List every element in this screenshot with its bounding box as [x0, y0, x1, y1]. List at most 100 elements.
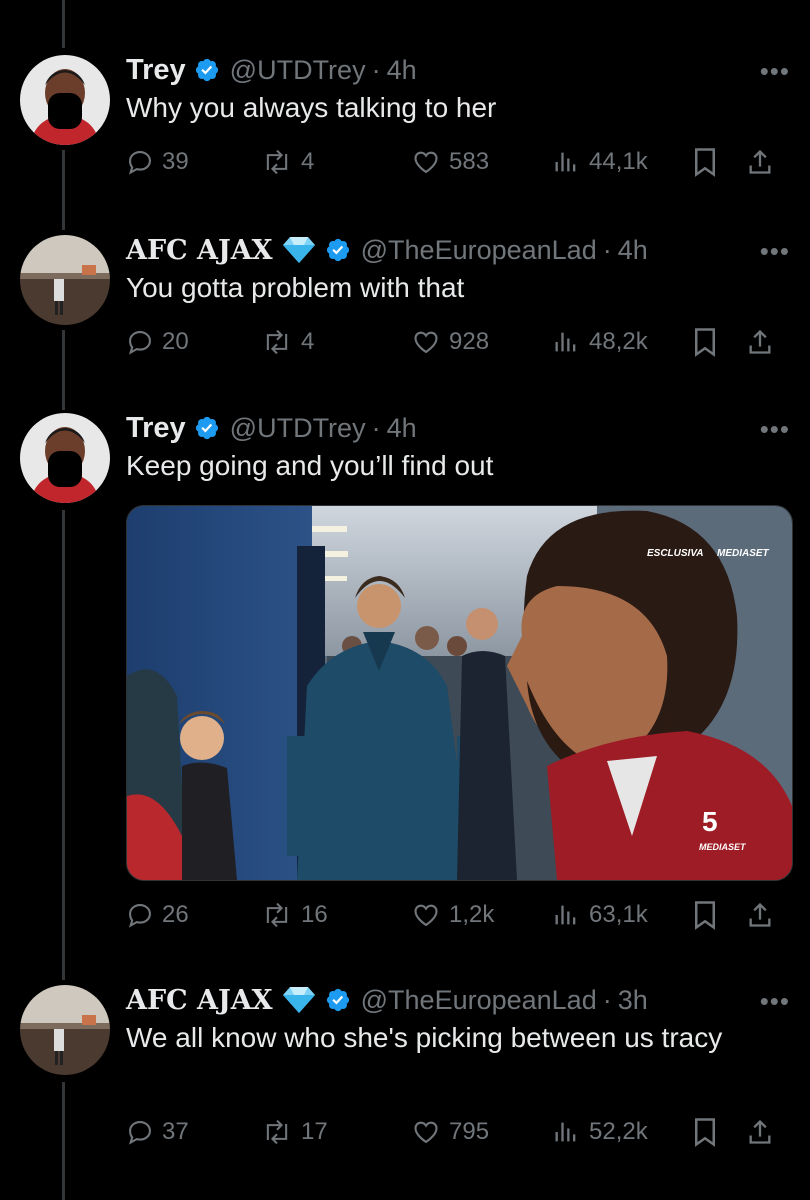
diamond-emoji-icon [281, 985, 317, 1015]
views-button[interactable]: 52,2k [551, 1112, 648, 1152]
reply-count: 39 [162, 148, 189, 175]
watermark-top-brand: MEDIASET [717, 548, 770, 559]
views-icon [555, 152, 576, 172]
view-count: 52,2k [589, 1118, 648, 1145]
retweet-icon [266, 329, 288, 355]
thread-line-top [62, 0, 65, 48]
share-button[interactable] [746, 142, 774, 182]
bookmark-icon [695, 1118, 715, 1147]
verified-badge-icon [325, 987, 351, 1013]
diamond-emoji-icon [281, 235, 317, 265]
views-icon [555, 332, 576, 352]
like-button[interactable]: 795 [411, 1112, 489, 1152]
channel-logo: 5 [702, 806, 718, 837]
bookmark-button[interactable] [692, 322, 718, 362]
tweet-text: Keep going and you’ll find out [126, 450, 494, 481]
reply-count: 20 [162, 328, 189, 355]
watermark-bottom: MEDIASET [699, 842, 747, 852]
reply-icon [128, 1121, 151, 1145]
retweet-count: 17 [301, 1118, 328, 1145]
retweet-icon [266, 902, 288, 928]
bookmark-icon [695, 901, 715, 930]
author-name[interactable]: AFC AJAX [126, 985, 273, 1016]
share-icon [749, 329, 771, 354]
view-count: 44,1k [589, 148, 648, 175]
more-horizontal-icon[interactable]: ••• [760, 236, 790, 267]
retweet-count: 4 [301, 148, 315, 175]
reply-icon [128, 331, 151, 355]
action-bar: 39 4 583 44,1k [126, 142, 790, 182]
more-horizontal-icon[interactable]: ••• [760, 414, 790, 445]
bookmark-button[interactable] [692, 895, 718, 935]
author-handle[interactable]: @TheEuropeanLad [361, 985, 597, 1016]
verified-badge-icon [194, 57, 220, 83]
avatar-afc-ajax[interactable] [20, 985, 110, 1075]
view-count: 63,1k [589, 901, 648, 928]
action-bar: 20 4 928 48,2k [126, 322, 790, 362]
share-button[interactable] [746, 1112, 774, 1152]
views-button[interactable]: 44,1k [551, 142, 648, 182]
retweet-button[interactable]: 4 [261, 322, 314, 362]
separator-dot: · [371, 412, 381, 443]
like-button[interactable]: 928 [411, 322, 489, 362]
retweet-button[interactable]: 17 [261, 1112, 328, 1152]
views-button[interactable]: 48,2k [551, 322, 648, 362]
share-button[interactable] [746, 895, 774, 935]
reply-button[interactable]: 39 [126, 142, 189, 182]
timestamp[interactable]: 4h [387, 413, 417, 444]
author-name[interactable]: Trey [126, 412, 186, 445]
views-button[interactable]: 63,1k [551, 895, 648, 935]
tweet-1[interactable]: Trey @UTDTrey · 4h ••• Why you always ta… [0, 52, 810, 202]
reply-count: 37 [162, 1118, 189, 1145]
action-bar: 26 16 1,2k 63,1k [126, 895, 790, 935]
tweet-4[interactable]: AFC AJAX @TheEuropeanLad · 3h ••• We all… [0, 982, 810, 1182]
timestamp[interactable]: 4h [618, 235, 648, 266]
reply-button[interactable]: 26 [126, 895, 189, 935]
share-button[interactable] [746, 322, 774, 362]
reply-count: 26 [162, 901, 189, 928]
reply-icon [128, 151, 151, 175]
timestamp[interactable]: 4h [387, 55, 417, 86]
tweet-text: Why you always talking to her [126, 92, 497, 123]
author-handle[interactable]: @UTDTrey [230, 55, 366, 86]
reply-button[interactable]: 37 [126, 1112, 189, 1152]
separator-dot: · [602, 234, 612, 265]
retweet-count: 4 [301, 328, 315, 355]
tweet-text: We all know who she's picking between us… [126, 1022, 723, 1053]
bookmark-icon [695, 328, 715, 357]
bookmark-button[interactable] [692, 1112, 718, 1152]
more-horizontal-icon[interactable]: ••• [760, 986, 790, 1017]
more-horizontal-icon[interactable]: ••• [760, 56, 790, 87]
verified-badge-icon [325, 237, 351, 263]
tweet-3[interactable]: Trey @UTDTrey · 4h ••• Keep going and yo… [0, 410, 810, 940]
author-handle[interactable]: @TheEuropeanLad [361, 235, 597, 266]
author-name[interactable]: AFC AJAX [126, 235, 273, 266]
bookmark-icon [695, 148, 715, 177]
retweet-button[interactable]: 4 [261, 142, 314, 182]
timestamp[interactable]: 3h [618, 985, 648, 1016]
bookmark-button[interactable] [692, 142, 718, 182]
watermark-top: ESCLUSIVA [647, 548, 704, 559]
like-count: 928 [449, 328, 490, 355]
like-button[interactable]: 583 [411, 142, 489, 182]
avatar-afc-ajax[interactable] [20, 235, 110, 325]
retweet-icon [266, 149, 288, 175]
heart-icon [414, 904, 438, 927]
tweet-2[interactable]: AFC AJAX @TheEuropeanLad · 4h ••• You go… [0, 232, 810, 382]
separator-dot: · [602, 984, 612, 1015]
views-icon [555, 905, 576, 925]
retweet-button[interactable]: 16 [261, 895, 328, 935]
share-icon [749, 902, 771, 927]
like-count: 795 [449, 1118, 490, 1145]
media-photo: ESCLUSIVA MEDIASET 5 MEDIASET [127, 506, 792, 880]
tweet-text: You gotta problem with that [126, 272, 465, 303]
avatar-trey[interactable] [20, 413, 110, 503]
avatar-trey[interactable] [20, 55, 110, 145]
like-button[interactable]: 1,2k [411, 895, 494, 935]
heart-icon [414, 1121, 438, 1144]
reply-button[interactable]: 20 [126, 322, 189, 362]
author-name[interactable]: Trey [126, 54, 186, 87]
tweet-media-image[interactable]: ESCLUSIVA MEDIASET 5 MEDIASET [126, 505, 793, 881]
action-bar: 37 17 795 52,2k [126, 1112, 790, 1152]
author-handle[interactable]: @UTDTrey [230, 413, 366, 444]
